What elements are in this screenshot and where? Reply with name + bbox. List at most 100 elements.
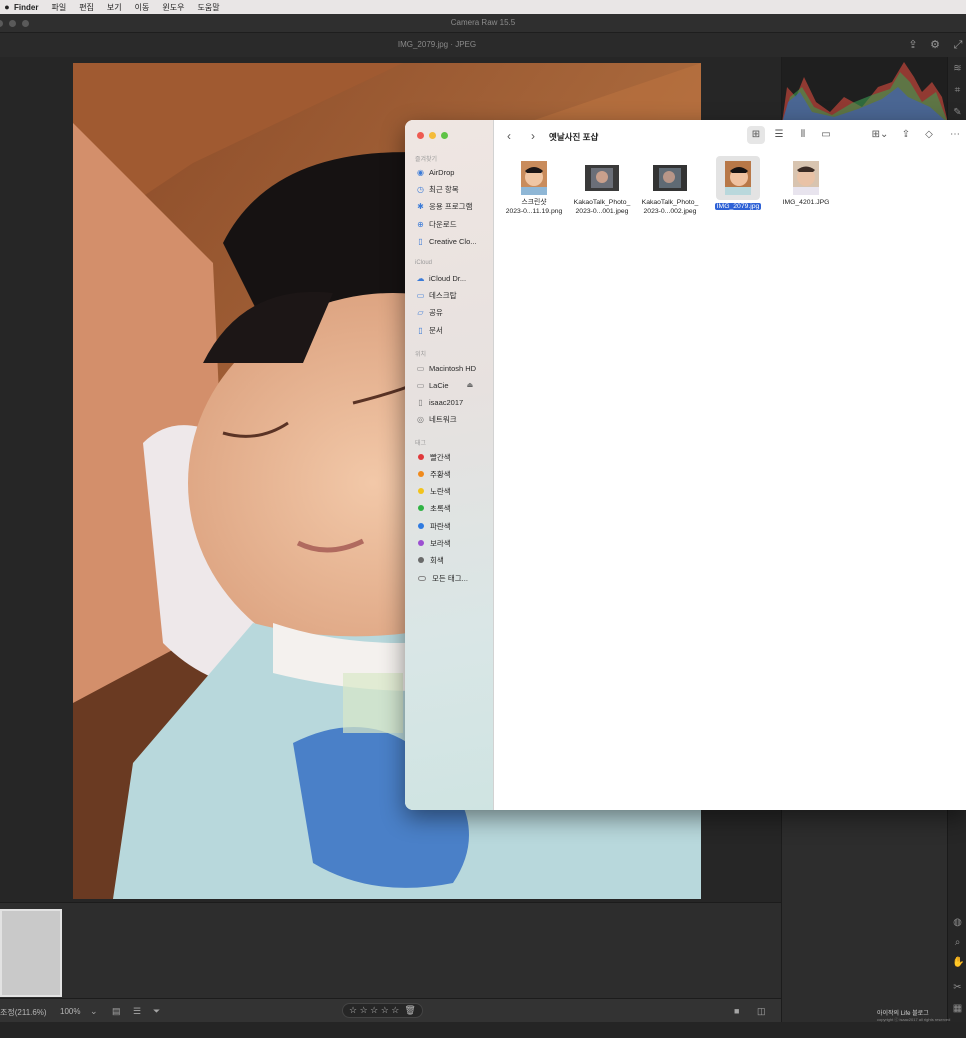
filmstrip-thumbnail[interactable] (0, 909, 62, 997)
sidebar-item-lacie[interactable]: ▭ LaCie ⏏ (416, 379, 474, 391)
clock-icon: ◷ (417, 184, 424, 194)
share-icon[interactable]: ⇪ (899, 129, 913, 140)
file-name-label: IMG_2079.jpg · JPEG (397, 40, 477, 49)
applications-icon: ✱ (417, 201, 424, 211)
image-thumbnail-icon (584, 160, 620, 196)
filter-icon[interactable]: ⏷ (153, 1006, 160, 1017)
menu-help[interactable]: 도움말 (197, 2, 219, 13)
sidebar-item-desktop[interactable]: ▭ 데스크탑 (416, 289, 457, 301)
sidebar-tag-yellow[interactable]: 노란색 (416, 485, 451, 497)
file-name: IMG_4201.JPG (782, 199, 830, 206)
status-bar: 조정(211.6%) 100% ⌄ ▤ ☰ ⏷ ☆ ☆ ☆ ☆ ☆ 🗑 ■ ◫ (0, 998, 781, 1022)
chevron-down-icon[interactable]: ⌄ (90, 1006, 98, 1017)
file-item[interactable]: KakaoTalk_Photo_ 2023-0...001.jpeg (570, 160, 634, 216)
sidebar-tag-gray[interactable]: 회색 (416, 554, 444, 566)
finder-minimize-button[interactable] (429, 132, 436, 139)
crop-icon[interactable]: ⌗ (952, 85, 963, 96)
menu-app-finder[interactable]: Finder (14, 3, 38, 12)
finder-window: 즐겨찾기 ◉ AirDrop ◷ 최근 항목 ✱ 응용 프로그램 ⊕ 다운로드 ▯ Cre… (405, 120, 966, 810)
trash-icon[interactable]: 🗑 (404, 1005, 415, 1016)
document-icon: ▯ (418, 236, 423, 246)
sidebar-item-downloads[interactable]: ⊕ 다운로드 (416, 218, 456, 230)
image-thumbnail-icon (516, 160, 552, 196)
sidebar-item-network[interactable]: ◎ 네트워크 (416, 413, 457, 425)
eject-icon[interactable]: ⏏ (467, 381, 474, 389)
watermark-sub: copyright ⓒ isaac2017 all rights reserve… (877, 1017, 951, 1022)
file-name: KakaoTalk_Photo_ (641, 199, 699, 206)
compare-view-icon[interactable]: ◫ (757, 1006, 766, 1017)
sampler-icon[interactable]: ✂ (952, 982, 963, 993)
file-item[interactable]: KakaoTalk_Photo_ 2023-0...002.jpeg (638, 160, 702, 216)
sidebar-item-isaac2017[interactable]: ▯ isaac2017 (416, 396, 463, 408)
menu-view[interactable]: 보기 (107, 2, 122, 13)
filmstrip-view-icon[interactable]: ▤ (112, 1006, 121, 1017)
sidebar-item-airdrop[interactable]: ◉ AirDrop (416, 166, 454, 178)
sidebar-item-macintosh-hd[interactable]: ▭ Macintosh HD (416, 362, 476, 374)
rating-stars[interactable]: ☆ ☆ ☆ ☆ ☆ (349, 1005, 399, 1016)
all-tags-icon (418, 575, 426, 581)
camera-raw-title: Camera Raw 15.5 (450, 18, 516, 27)
edit-icon[interactable]: ≋ (952, 63, 963, 74)
file-item[interactable]: IMG_4201.JPG (774, 160, 838, 207)
tag-dot-icon (418, 557, 424, 563)
sidebar-item-creative-cloud[interactable]: ▯ Creative Clo... (416, 235, 476, 247)
disk-icon: ▭ (416, 363, 425, 373)
sidebar-item-recents[interactable]: ◷ 최근 항목 (416, 183, 459, 195)
menu-window[interactable]: 윈도우 (162, 2, 184, 13)
fullscreen-icon[interactable]: ⤢ (952, 39, 964, 51)
file-name: IMG_2079.jpg (714, 203, 762, 210)
file-item-selected[interactable]: IMG_2079.jpg (706, 156, 770, 211)
watermark: 아이작의 Life 블로그 copyright ⓒ isaac2017 all … (877, 1008, 950, 1023)
menu-edit[interactable]: 편집 (79, 2, 94, 13)
tag-dot-icon (418, 505, 424, 511)
download-icon: ⊕ (417, 219, 424, 229)
file-name: KakaoTalk_Photo_ (573, 199, 631, 206)
tag-dot-icon (418, 471, 424, 477)
sidebar-tag-purple[interactable]: 보라색 (416, 537, 451, 549)
sidebar-section-tags: 태그 (415, 441, 427, 447)
image-thumbnail-icon (716, 156, 760, 200)
menu-go[interactable]: 이동 (135, 2, 150, 13)
group-by-icon[interactable]: ⊞⌄ (869, 129, 891, 140)
finder-sidebar: 즐겨찾기 ◉ AirDrop ◷ 최근 항목 ✱ 응용 프로그램 ⊕ 다운로드 ▯ Cre… (405, 120, 494, 810)
sidebar-item-icloud-drive[interactable]: ☁ iCloud Dr... (416, 272, 467, 284)
zoom-icon[interactable]: ⌕ (952, 937, 963, 948)
finder-folder-title: 옛날사진 포샵 (549, 132, 599, 142)
icon-view-icon[interactable]: ⊞ (749, 129, 763, 140)
grid-icon[interactable]: ▦ (952, 1003, 963, 1014)
sidebar-tag-blue[interactable]: 파란색 (416, 520, 451, 532)
heal-icon[interactable]: ✎ (952, 107, 963, 118)
more-icon[interactable]: ⋯ (948, 129, 962, 140)
sort-icon[interactable]: ☰ (133, 1006, 141, 1017)
sidebar-item-shared[interactable]: ▱ 공유 (416, 306, 442, 318)
menu-file[interactable]: 파일 (51, 2, 66, 13)
back-icon[interactable]: ‹ (507, 129, 511, 143)
hand-icon[interactable]: ✋ (952, 957, 964, 968)
sidebar-item-documents[interactable]: ▯ 문서 (416, 324, 443, 336)
sidebar-section-icloud: iCloud (415, 260, 433, 266)
desktop-icon: ▭ (416, 290, 425, 300)
file-name-detail: 2023-0...11.19.png (505, 208, 563, 215)
mask-icon[interactable]: ◍ (952, 917, 963, 928)
export-icon[interactable]: ⇪ (907, 39, 919, 51)
finder-close-button[interactable] (417, 132, 424, 139)
single-view-icon[interactable]: ■ (734, 1006, 739, 1016)
sidebar-item-applications[interactable]: ✱ 응용 프로그램 (416, 200, 472, 212)
gallery-view-icon[interactable]: ▭ (819, 129, 833, 140)
sidebar-all-tags[interactable]: 모든 태그... (416, 572, 468, 584)
column-view-icon[interactable]: ⫴ (796, 129, 810, 140)
tag-icon[interactable]: ◇ (922, 129, 936, 140)
apple-menu-icon[interactable]: ● (0, 2, 14, 12)
gear-icon[interactable]: ⚙ (929, 39, 941, 51)
star-rating[interactable]: ☆ ☆ ☆ ☆ ☆ 🗑 (342, 1003, 423, 1018)
tag-dot-icon (418, 454, 424, 460)
forward-icon[interactable]: › (531, 129, 535, 143)
finder-zoom-button[interactable] (441, 132, 448, 139)
sidebar-tag-green[interactable]: 초록색 (416, 502, 451, 514)
zoom-level-select[interactable]: 100% (60, 1007, 80, 1016)
list-view-icon[interactable]: ☰ (772, 129, 786, 140)
sidebar-tag-red[interactable]: 빨간색 (416, 451, 451, 463)
sidebar-tag-orange[interactable]: 주황색 (416, 468, 451, 480)
shared-folder-icon: ▱ (417, 307, 424, 317)
file-item[interactable]: 스크린샷 2023-0...11.19.png (502, 160, 566, 216)
